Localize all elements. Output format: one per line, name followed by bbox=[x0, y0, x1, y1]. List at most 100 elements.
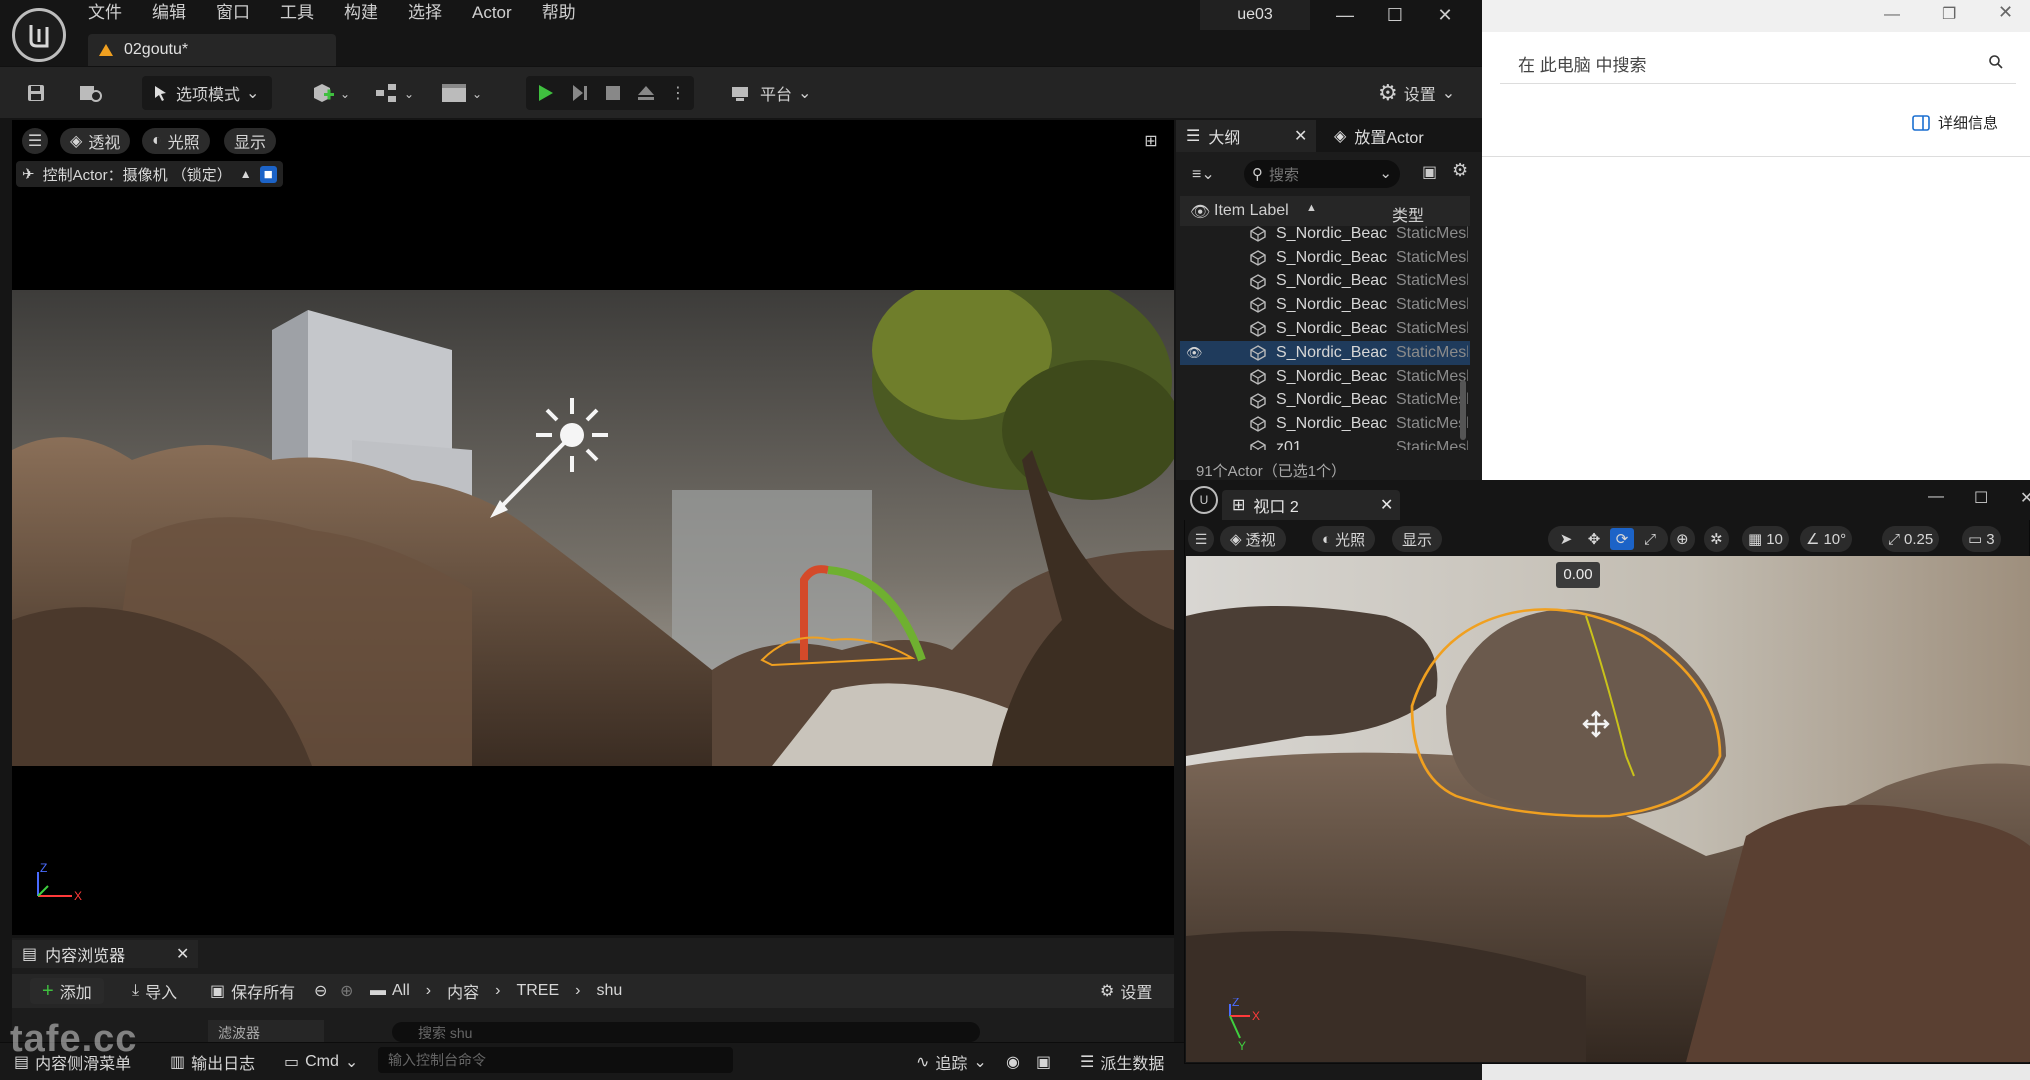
explorer-search-input[interactable]: 在 此电脑 中搜索 bbox=[1500, 44, 2016, 84]
hamburger-menu-icon[interactable]: ☰ bbox=[1188, 526, 1214, 552]
menu-edit[interactable]: 编辑 bbox=[152, 0, 186, 26]
close-icon[interactable]: ✕ bbox=[2020, 488, 2030, 508]
outliner-row[interactable]: z01 StaticMesh bbox=[1180, 436, 1470, 450]
menu-window[interactable]: 窗口 bbox=[216, 0, 250, 26]
details-button[interactable]: 详细信息 bbox=[1912, 112, 1998, 133]
eject-icon[interactable] bbox=[636, 83, 656, 103]
output-log-button[interactable]: ▥ 输出日志 bbox=[170, 1043, 255, 1080]
menu-file[interactable]: 文件 bbox=[88, 0, 122, 26]
visibility-icon[interactable]: 👁 bbox=[1186, 345, 1203, 361]
level-tab[interactable]: 02goutu* bbox=[88, 34, 336, 66]
save-icon[interactable] bbox=[26, 76, 46, 110]
vp2-show-button[interactable]: 显示 bbox=[1392, 526, 1443, 552]
stop-icon[interactable] bbox=[604, 84, 622, 102]
tab-place-actors[interactable]: ◈ 放置Actor bbox=[1324, 120, 1474, 152]
scale-tool-icon[interactable]: ⤢ bbox=[1638, 528, 1662, 550]
unreal-logo-icon[interactable]: U bbox=[1190, 486, 1218, 514]
lighting-button[interactable]: ◐ 光照 bbox=[142, 128, 210, 154]
blueprint-icon[interactable]: ⌄ bbox=[374, 76, 418, 110]
derived-data-button[interactable]: ☰ 派生数据 bbox=[1080, 1043, 1164, 1080]
menu-build[interactable]: 构建 bbox=[344, 0, 378, 26]
visibility-icon[interactable]: 👁 bbox=[1190, 202, 1210, 222]
step-icon[interactable] bbox=[570, 83, 590, 103]
content-search-input[interactable]: 搜索 shu bbox=[392, 1022, 980, 1042]
rotate-tool-icon[interactable]: ⟳ bbox=[1610, 528, 1634, 550]
outliner-row[interactable]: S_Nordic_Beach StaticMesh bbox=[1180, 222, 1470, 246]
console-input[interactable]: 输入控制台命令 bbox=[378, 1047, 733, 1073]
cinematics-icon[interactable]: ⌄ bbox=[440, 76, 486, 110]
select-tool-icon[interactable]: ➤ bbox=[1554, 528, 1578, 550]
content-browser-tab[interactable]: ▤ 内容浏览器 ✕ bbox=[12, 940, 198, 968]
camera-icon[interactable]: ■ bbox=[259, 165, 277, 183]
camera-speed[interactable]: ▭ 3 bbox=[1962, 526, 2001, 552]
outliner-row[interactable]: S_Nordic_Beach StaticMesh bbox=[1180, 293, 1470, 317]
import-button[interactable]: ⤓ 导入 bbox=[132, 974, 177, 1008]
layout-grid-icon[interactable]: ⊞ bbox=[1140, 130, 1162, 152]
filter-button[interactable]: 滤波器 bbox=[208, 1020, 324, 1042]
surface-snap-toggle[interactable]: ✲ bbox=[1704, 526, 1729, 552]
trace-dropdown[interactable]: ∿ 追踪 ⌄ bbox=[916, 1043, 987, 1080]
close-tab-icon[interactable]: ✕ bbox=[1380, 495, 1393, 515]
minimize-icon[interactable]: — bbox=[1884, 6, 1900, 24]
gear-icon[interactable]: ⚙ bbox=[1452, 160, 1468, 181]
maximize-icon[interactable]: ☐ bbox=[1386, 6, 1404, 24]
settings-dropdown[interactable]: ⚙ 设置 ⌄ bbox=[1378, 76, 1455, 110]
filter-icon[interactable]: ≡⌄ bbox=[1192, 164, 1215, 184]
add-actor-icon[interactable]: ⌄ bbox=[310, 76, 350, 110]
forward-button[interactable]: ⊕ bbox=[340, 974, 353, 1008]
minimize-icon[interactable]: — bbox=[1928, 488, 1944, 506]
new-folder-icon[interactable]: ▣ bbox=[1422, 162, 1437, 182]
viewport2-tab[interactable]: ⊞ 视口 2 ✕ bbox=[1222, 490, 1400, 520]
outliner-row[interactable]: S_Nordic_Beach StaticMesh bbox=[1180, 246, 1470, 270]
platform-dropdown[interactable]: 平台 ⌄ bbox=[730, 76, 811, 110]
vp2-lighting-button[interactable]: ◐ 光照 bbox=[1312, 526, 1376, 552]
perspective-button[interactable]: ◈ 透视 bbox=[60, 128, 131, 154]
close-icon[interactable]: ✕ bbox=[1998, 2, 2013, 23]
viewport2-scene-image[interactable] bbox=[1186, 556, 2030, 1062]
outliner-row[interactable]: S_Nordic_Beach StaticMesh bbox=[1180, 389, 1470, 413]
outliner-row[interactable]: S_Nordic_Beach StaticMesh bbox=[1180, 412, 1470, 436]
vp2-perspective-button[interactable]: ◈ 透视 bbox=[1220, 526, 1286, 552]
content-folder-icon[interactable] bbox=[78, 76, 104, 110]
outliner-search-input[interactable]: ⚲ 搜索 ⌄ bbox=[1244, 160, 1400, 188]
restore-icon[interactable]: ❐ bbox=[1942, 4, 1956, 24]
eject-pilot-icon[interactable]: ▲ bbox=[240, 167, 252, 181]
breadcrumb-tree[interactable]: TREE bbox=[516, 982, 559, 1000]
save-all-button[interactable]: ▣ 保存所有 bbox=[210, 974, 295, 1008]
outliner-row[interactable]: S_Nordic_Beach StaticMesh bbox=[1180, 365, 1470, 389]
more-options-icon[interactable]: ⋮ bbox=[670, 83, 686, 103]
menu-actor[interactable]: Actor bbox=[472, 0, 512, 26]
content-settings-button[interactable]: ⚙ 设置 bbox=[1100, 974, 1152, 1008]
back-button[interactable]: ⊖ bbox=[314, 974, 327, 1008]
close-tab-icon[interactable]: ✕ bbox=[1294, 126, 1307, 146]
breadcrumb-shu[interactable]: shu bbox=[596, 982, 622, 1000]
add-button[interactable]: + 添加 bbox=[30, 978, 104, 1004]
menu-tools[interactable]: 工具 bbox=[280, 0, 314, 26]
close-icon[interactable]: ✕ bbox=[1436, 6, 1454, 24]
play-icon[interactable] bbox=[536, 83, 556, 103]
outliner-row[interactable]: S_Nordic_Beach StaticMesh bbox=[1180, 270, 1470, 294]
tab-outliner[interactable]: ☰ 大纲 ✕ bbox=[1176, 120, 1316, 152]
show-button[interactable]: 显示 bbox=[224, 128, 277, 154]
menu-help[interactable]: 帮助 bbox=[542, 0, 576, 26]
outliner-row[interactable]: 👁 S_Nordic_Beach StaticMesh bbox=[1180, 340, 1470, 365]
mode-dropdown[interactable]: 选项模式 ⌄ bbox=[142, 76, 272, 110]
screenshot-button[interactable]: ▣ bbox=[1036, 1043, 1051, 1080]
scale-snap[interactable]: ⤢ 0.25 bbox=[1882, 526, 1940, 552]
breadcrumb-all[interactable]: All bbox=[392, 982, 410, 1000]
menu-select[interactable]: 选择 bbox=[408, 0, 442, 26]
rotation-snap[interactable]: ∠ 10° bbox=[1800, 526, 1853, 552]
outliner-row[interactable]: S_Nordic_Beach StaticMesh bbox=[1180, 317, 1470, 341]
record-button[interactable]: ◉ bbox=[1006, 1043, 1020, 1080]
translate-tool-icon[interactable]: ✥ bbox=[1582, 528, 1606, 550]
breadcrumb-content[interactable]: 内容 bbox=[447, 979, 479, 1003]
maximize-icon[interactable]: ☐ bbox=[1974, 488, 1988, 508]
world-local-toggle[interactable]: ⊕ bbox=[1670, 526, 1695, 552]
close-tab-icon[interactable]: ✕ bbox=[176, 944, 189, 964]
cmd-dropdown[interactable]: ▭ Cmd ⌄ bbox=[284, 1043, 358, 1080]
col-item-label[interactable]: Item Label bbox=[1214, 202, 1289, 220]
outliner-scrollbar[interactable] bbox=[1460, 380, 1466, 440]
minimize-icon[interactable]: — bbox=[1336, 6, 1354, 24]
hamburger-menu-icon[interactable]: ☰ bbox=[22, 128, 48, 154]
grid-snap[interactable]: ▦ 10 bbox=[1742, 526, 1789, 552]
